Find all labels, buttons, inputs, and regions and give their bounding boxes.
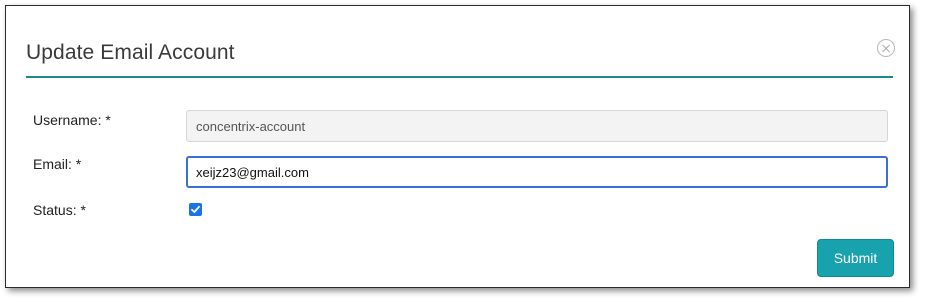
status-checkbox[interactable]	[189, 203, 202, 216]
checkmark-icon	[191, 205, 200, 213]
update-email-modal: Update Email Account Username: * Email: …	[5, 5, 910, 288]
email-field[interactable]	[186, 156, 888, 188]
username-label: Username: *	[33, 112, 111, 128]
close-icon[interactable]	[877, 39, 895, 57]
submit-button[interactable]: Submit	[817, 239, 894, 277]
modal-title: Update Email Account	[26, 41, 235, 64]
modal-header: Update Email Account	[26, 6, 895, 78]
status-label: Status: *	[33, 202, 86, 218]
username-field[interactable]	[186, 110, 888, 142]
email-label: Email: *	[33, 156, 82, 172]
